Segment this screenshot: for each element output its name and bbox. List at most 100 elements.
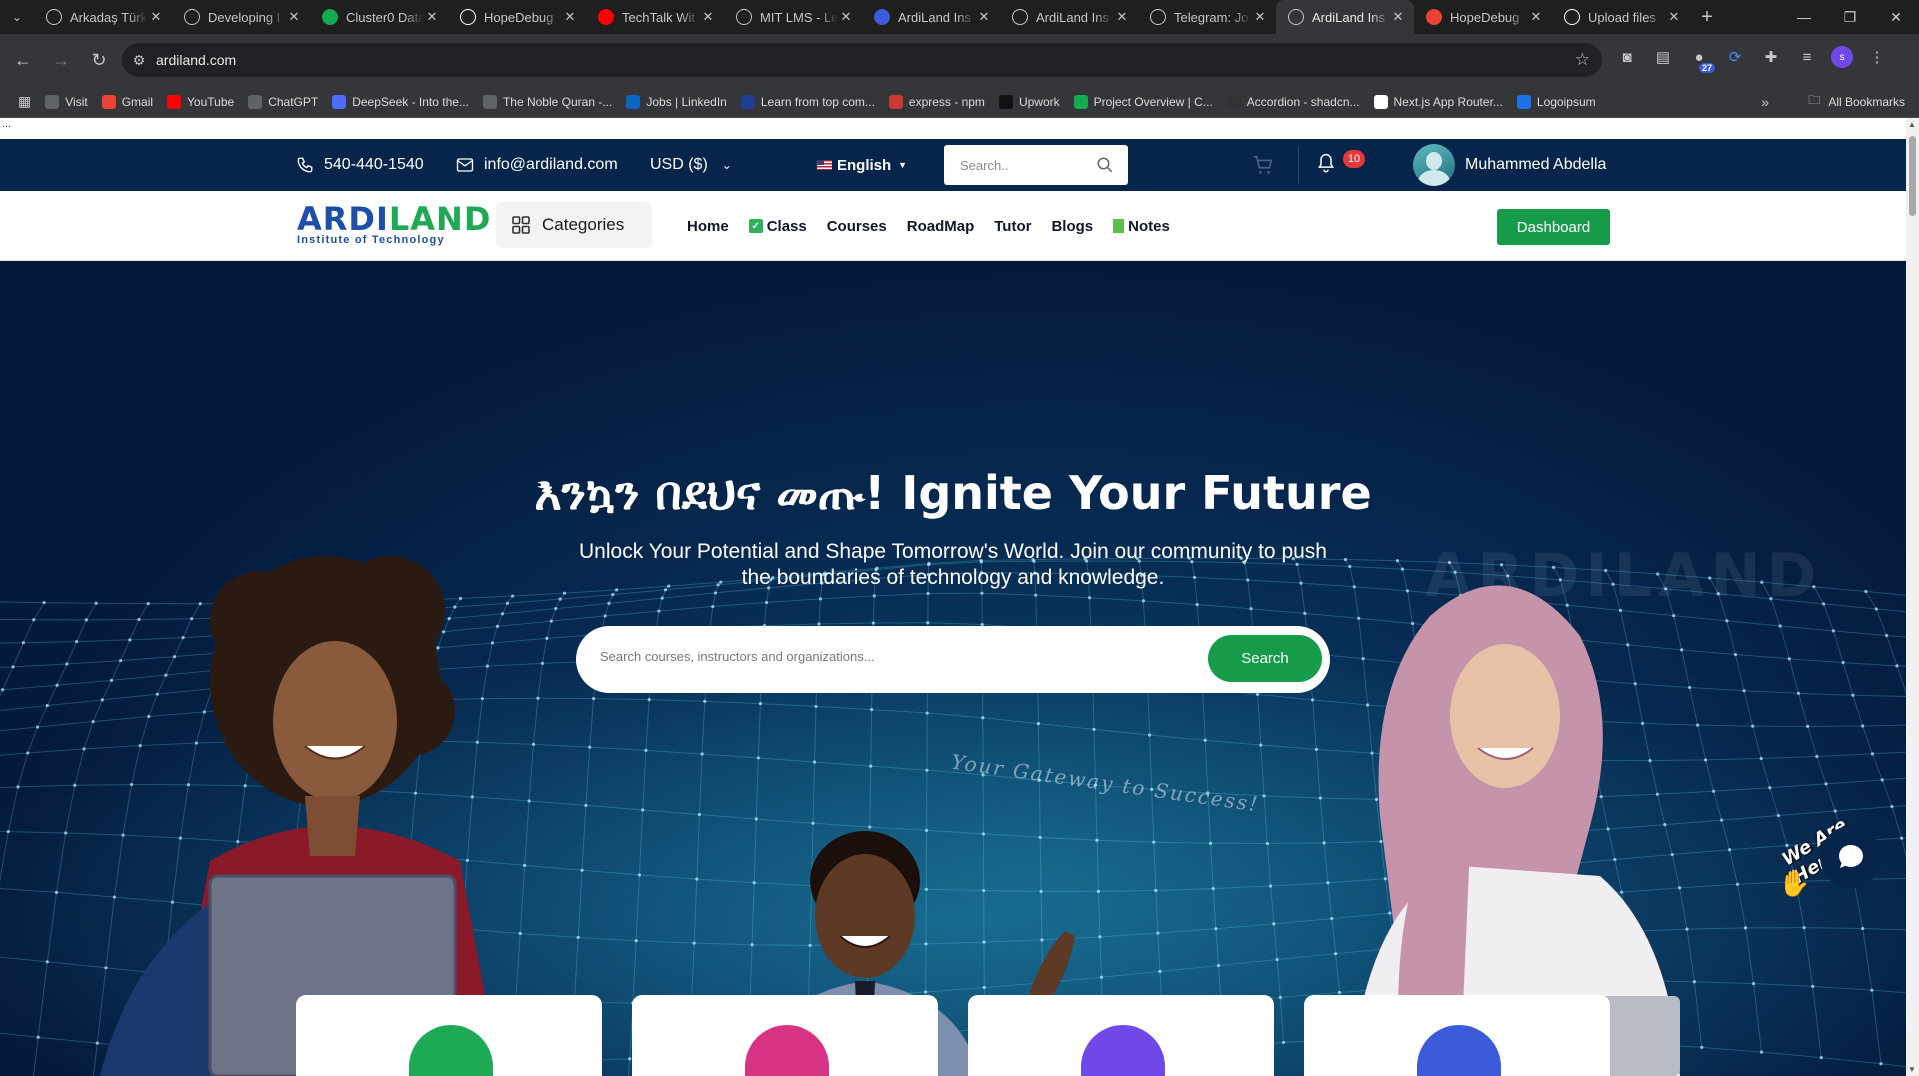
chrome-menu-icon[interactable]: ⋮ (1865, 45, 1889, 69)
nav-class[interactable]: ✓ Class (748, 218, 807, 235)
close-tab-icon[interactable]: ✕ (700, 9, 716, 25)
bookmark-item[interactable]: Learn from top com... (740, 94, 875, 109)
user-avatar[interactable] (1413, 144, 1455, 186)
browser-tab[interactable]: Telegram: Jo ✕ (1138, 0, 1276, 34)
browser-tab[interactable]: HopeDebug ✕ (1414, 0, 1552, 34)
sync-extension-icon[interactable]: ⟳ (1723, 45, 1747, 69)
browser-tab[interactable]: ArdiLand Ins ✕ (1276, 0, 1414, 34)
bookmark-item[interactable]: Upwork (998, 94, 1060, 109)
bookmark-item[interactable]: The Noble Quran -... (482, 94, 612, 109)
bookmark-label: DeepSeek - Into the... (352, 94, 469, 109)
top-search-input[interactable] (960, 157, 1090, 173)
nav-notes[interactable]: Notes (1113, 218, 1170, 235)
feature-card[interactable] (1304, 995, 1610, 1076)
bookmark-item[interactable]: Logoipsum (1516, 94, 1596, 109)
close-tab-icon[interactable]: ✕ (1114, 9, 1130, 25)
globe-icon (1288, 9, 1304, 25)
hero-search-input[interactable] (600, 649, 1160, 664)
chat-open-button[interactable] (1820, 826, 1882, 888)
bookmark-item[interactable]: Jobs | LinkedIn (626, 94, 727, 109)
reload-button[interactable]: ↻ (84, 45, 114, 75)
nav-roadmap[interactable]: RoadMap (907, 218, 975, 235)
close-tab-icon[interactable]: ✕ (1390, 9, 1406, 25)
bookmark-item[interactable]: DeepSeek - Into the... (332, 94, 469, 109)
bookmark-item[interactable]: YouTube (167, 94, 234, 109)
scrollbar-thumb[interactable] (1909, 136, 1916, 216)
bookmark-favicon-icon (740, 94, 755, 109)
grid-icon (512, 216, 530, 234)
bookmark-item[interactable]: Gmail (101, 94, 153, 109)
minimize-button[interactable]: — (1781, 0, 1827, 34)
profile-avatar[interactable]: s (1831, 46, 1853, 68)
browser-tab[interactable]: Developing I ✕ (172, 0, 310, 34)
puzzle-extensions-icon[interactable]: ✚ (1759, 45, 1783, 69)
nav-tutor[interactable]: Tutor (994, 218, 1031, 235)
bookmark-item[interactable]: Next.js App Router... (1373, 94, 1503, 109)
bookmark-item[interactable]: ChatGPT (248, 94, 318, 109)
close-tab-icon[interactable]: ✕ (976, 9, 992, 25)
browser-tab[interactable]: Arkadaş Türk ✕ (34, 0, 172, 34)
close-tab-icon[interactable]: ✕ (286, 9, 302, 25)
bookmark-item[interactable]: Project Overview | C... (1073, 94, 1213, 109)
search-icon[interactable] (1096, 156, 1114, 174)
browser-tab[interactable]: TechTalk Wit ✕ (586, 0, 724, 34)
bookmark-item[interactable]: Visit (45, 94, 88, 109)
feature-card[interactable] (296, 995, 602, 1076)
site-info-icon[interactable]: ⚙ (122, 52, 156, 69)
media-control-icon[interactable]: ≡ (1795, 45, 1819, 69)
ardiland-logo[interactable]: ARDILAND Institute of Technology (297, 202, 491, 246)
categories-button[interactable]: Categories (496, 202, 652, 248)
cart-icon[interactable] (1252, 154, 1274, 176)
close-tab-icon[interactable]: ✕ (838, 9, 854, 25)
phone-contact[interactable]: 540-440-1540 (296, 139, 424, 191)
nav-blogs[interactable]: Blogs (1051, 218, 1093, 235)
back-button[interactable]: ← (8, 45, 38, 75)
feature-card[interactable] (632, 995, 938, 1076)
close-tab-icon[interactable]: ✕ (148, 9, 164, 25)
nav-courses[interactable]: Courses (827, 218, 887, 235)
docs-extension-icon[interactable]: ▤ (1651, 45, 1675, 69)
bookmark-star-icon[interactable]: ☆ (1575, 50, 1590, 70)
close-window-button[interactable]: ✕ (1873, 0, 1919, 34)
language-select[interactable]: English ▼ (817, 139, 907, 191)
browser-tab[interactable]: Upload files ✕ (1552, 0, 1690, 34)
page-scrollbar[interactable]: ▲ ▼ (1906, 118, 1919, 1076)
close-tab-icon[interactable]: ✕ (1252, 9, 1268, 25)
scroll-down-arrow-icon[interactable]: ▼ (1908, 1065, 1916, 1074)
tab-search-button[interactable]: ⌄ (0, 0, 34, 34)
all-bookmarks-button[interactable]: 🗀 All Bookmarks (1808, 91, 1905, 112)
bookmark-item[interactable]: express - npm (888, 94, 985, 109)
forward-button[interactable]: → (46, 45, 76, 75)
apps-grid-icon[interactable]: ▦ (18, 93, 31, 110)
tab-title: HopeDebug (484, 9, 554, 25)
close-tab-icon[interactable]: ✕ (562, 9, 578, 25)
close-tab-icon[interactable]: ✕ (1528, 9, 1544, 25)
youtube-icon (598, 9, 614, 25)
feature-card[interactable] (968, 995, 1274, 1076)
close-tab-icon[interactable]: ✕ (424, 9, 440, 25)
url-text[interactable]: ardiland.com (156, 52, 236, 68)
scroll-up-arrow-icon[interactable]: ▲ (1908, 120, 1916, 129)
currency-select[interactable]: USD ($) ⌄ (650, 139, 732, 191)
camera-extension-icon[interactable]: ◙ (1615, 45, 1639, 69)
badge-extension-icon[interactable]: ● 27 (1687, 45, 1715, 73)
browser-tab[interactable]: ArdiLand Ins ✕ (1000, 0, 1138, 34)
browser-tab[interactable]: HopeDebug ✕ (448, 0, 586, 34)
email-contact[interactable]: info@ardiland.com (456, 139, 618, 191)
bookmark-label: Visit (65, 94, 88, 109)
nav-home[interactable]: Home (687, 218, 729, 235)
hero-title: እንኳን በደህና መጡ! Ignite Your Future (534, 466, 1372, 520)
omnibox[interactable]: ⚙ ardiland.com ☆ (122, 43, 1602, 77)
bookmark-favicon-icon (1373, 94, 1388, 109)
browser-tab[interactable]: MIT LMS - Le ✕ (724, 0, 862, 34)
browser-tab[interactable]: ArdiLand Ins ✕ (862, 0, 1000, 34)
bookmarks-overflow-icon[interactable]: » (1761, 94, 1769, 110)
browser-tab[interactable]: Cluster0 Data ✕ (310, 0, 448, 34)
close-tab-icon[interactable]: ✕ (1666, 9, 1682, 25)
new-tab-button[interactable]: + (1690, 6, 1724, 29)
bookmark-item[interactable]: Accordion - shadcn... (1226, 94, 1360, 109)
restore-button[interactable]: ❐ (1827, 0, 1873, 34)
user-name[interactable]: Muhammed Abdella (1465, 139, 1606, 191)
dashboard-button[interactable]: Dashboard (1497, 209, 1610, 245)
bell-icon[interactable] (1316, 152, 1336, 174)
